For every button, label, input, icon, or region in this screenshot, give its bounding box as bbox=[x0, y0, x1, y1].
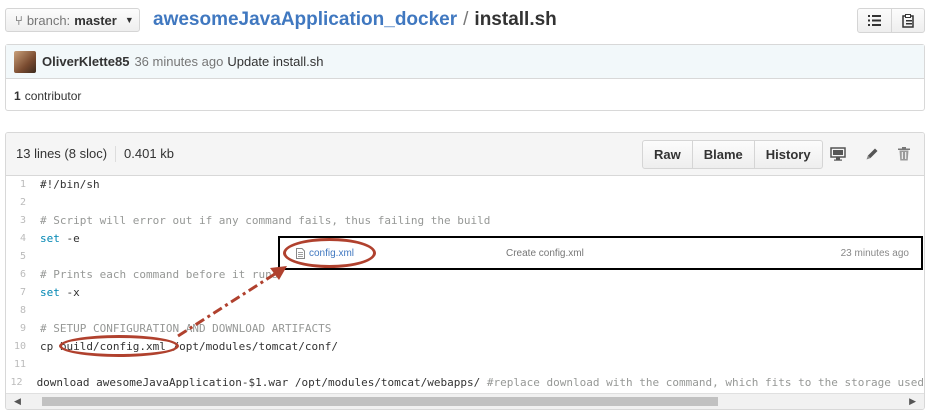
annotation-arrow bbox=[177, 266, 287, 338]
